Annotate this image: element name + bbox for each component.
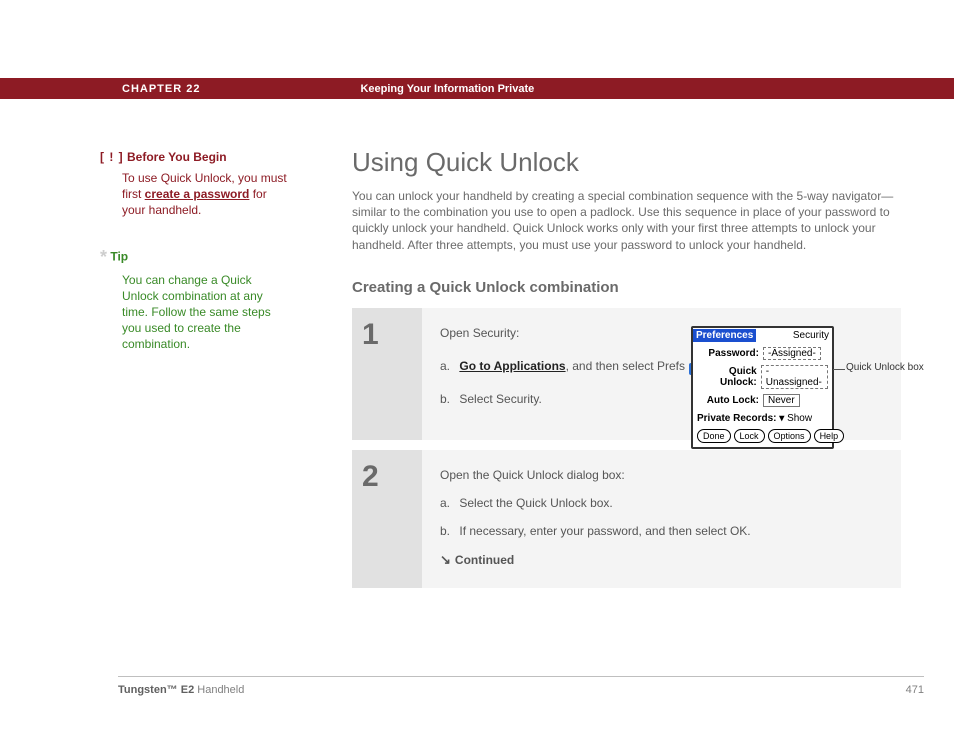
- product-name-rest: Handheld: [194, 684, 244, 696]
- step-sub-a: a. Select the Quick Unlock box.: [440, 496, 883, 510]
- step-row: 1 Open Security: a. Go to Applications, …: [352, 308, 901, 445]
- step-number: 2: [362, 460, 422, 494]
- create-password-link[interactable]: create a password: [145, 187, 250, 201]
- quickunlock-box[interactable]: -Unassigned-: [761, 365, 828, 389]
- tip-body: You can change a Quick Unlock combinatio…: [100, 272, 290, 353]
- continued-arrow-icon: ↘: [440, 552, 451, 567]
- continued-label: Continued: [455, 553, 514, 567]
- before-you-begin-title: Before You Begin: [127, 150, 227, 164]
- callout-line: [833, 369, 845, 370]
- main-content: Using Quick Unlock You can unlock your h…: [352, 147, 901, 588]
- prefs-title-left: Preferences: [693, 329, 756, 342]
- section-title: Creating a Quick Unlock combination: [352, 279, 901, 296]
- before-you-begin-header: [ ! ] Before You Begin: [100, 150, 290, 164]
- autolock-label: Auto Lock:: [697, 395, 759, 406]
- quickunlock-label: Quick Unlock:: [697, 366, 757, 388]
- prefs-titlebar: Preferences Security: [693, 328, 832, 343]
- prefs-window: Preferences Security Password: -Assigned…: [691, 326, 834, 449]
- private-records-value[interactable]: Show: [787, 413, 812, 424]
- step-body-cell: Open the Quick Unlock dialog box: a. Sel…: [422, 445, 901, 588]
- prefs-screenshot-figure: Preferences Security Password: -Assigned…: [691, 326, 891, 449]
- chapter-label: CHAPTER 22: [122, 83, 200, 95]
- footer: Tungsten™ E2 Handheld 471: [118, 684, 924, 696]
- autolock-box[interactable]: Never: [763, 394, 800, 407]
- step-table: 1 Open Security: a. Go to Applications, …: [352, 308, 901, 588]
- dropdown-arrow-icon[interactable]: ▾: [779, 413, 784, 424]
- prefs-row-password: Password: -Assigned-: [697, 347, 828, 360]
- sub-label: a.: [440, 496, 450, 510]
- product-name: Tungsten™ E2 Handheld: [118, 684, 244, 696]
- sub-a-text: Select the Quick Unlock box.: [459, 496, 612, 510]
- password-label: Password:: [697, 348, 759, 359]
- tip-title: Tip: [110, 249, 128, 263]
- asterisk-icon: *: [100, 247, 107, 267]
- lock-button[interactable]: Lock: [734, 429, 765, 443]
- sub-label: b.: [440, 524, 450, 538]
- step-number-cell: 1: [352, 308, 422, 445]
- sub-b-text: Select Security.: [459, 392, 541, 406]
- prefs-button-row: Done Lock Options Help: [693, 426, 832, 447]
- sub-a-mid: , and then select Prefs: [566, 359, 689, 373]
- sub-label: b.: [440, 392, 450, 406]
- before-you-begin-prefix: [ ! ]: [100, 150, 124, 164]
- sub-label: a.: [440, 359, 450, 373]
- private-records-row: Private Records: ▾ Show: [697, 413, 828, 424]
- product-name-bold: Tungsten™ E2: [118, 684, 194, 696]
- continued-indicator: ↘ Continued: [440, 552, 883, 568]
- step-lead: Open the Quick Unlock dialog box:: [440, 468, 883, 482]
- step-number-cell: 2: [352, 445, 422, 588]
- step-sub-b: b. If necessary, enter your password, an…: [440, 524, 883, 538]
- step-body-cell: Open Security: a. Go to Applications, an…: [422, 308, 901, 445]
- before-you-begin-body: To use Quick Unlock, you must first crea…: [100, 170, 290, 219]
- prefs-row-autolock: Auto Lock: Never: [697, 394, 828, 407]
- page-number: 471: [906, 684, 924, 696]
- step-number: 1: [362, 318, 422, 352]
- tip-header: * Tip: [100, 247, 290, 268]
- private-records-label: Private Records:: [697, 413, 776, 424]
- chapter-title: Keeping Your Information Private: [360, 83, 534, 95]
- go-to-applications-link[interactable]: Go to Applications: [459, 359, 565, 373]
- prefs-title-right: Security: [793, 330, 832, 341]
- help-button[interactable]: Help: [814, 429, 845, 443]
- prefs-body: Password: -Assigned- Quick Unlock: -Unas…: [693, 343, 832, 426]
- sidebar: [ ! ] Before You Begin To use Quick Unlo…: [100, 150, 290, 353]
- quickunlock-callout: Quick Unlock box: [846, 362, 924, 373]
- chapter-header: CHAPTER 22 Keeping Your Information Priv…: [0, 78, 954, 99]
- password-box[interactable]: -Assigned-: [763, 347, 821, 360]
- footer-rule: [118, 676, 924, 677]
- options-button[interactable]: Options: [768, 429, 811, 443]
- done-button[interactable]: Done: [697, 429, 731, 443]
- intro-paragraph: You can unlock your handheld by creating…: [352, 188, 901, 253]
- step-row: 2 Open the Quick Unlock dialog box: a. S…: [352, 445, 901, 588]
- sub-b-text: If necessary, enter your password, and t…: [459, 524, 750, 538]
- prefs-row-quickunlock: Quick Unlock: -Unassigned-: [697, 365, 828, 389]
- page-title: Using Quick Unlock: [352, 147, 901, 178]
